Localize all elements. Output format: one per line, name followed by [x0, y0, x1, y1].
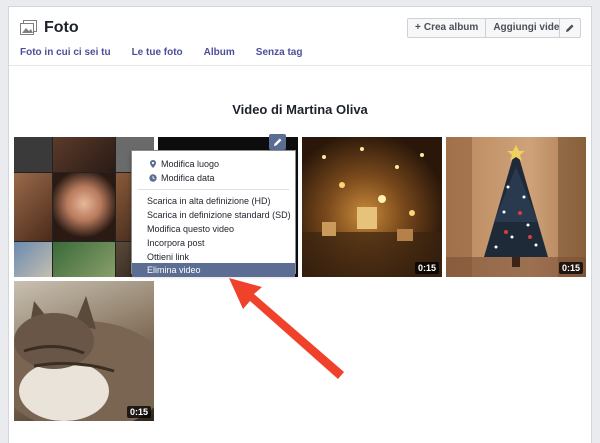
tab-photos-of-you[interactable]: Foto in cui ci sei tu: [20, 47, 111, 58]
photos-tabs: Foto in cui ci sei tu Le tue foto Album …: [20, 47, 323, 58]
video-thumbnail[interactable]: 0:15: [14, 281, 154, 421]
video-thumbnail[interactable]: 0:15: [302, 137, 442, 277]
tab-your-photos[interactable]: Le tue foto: [132, 47, 183, 58]
menu-item-embed-post[interactable]: Incorpora post: [132, 236, 295, 250]
photo-album-icon: [20, 20, 37, 35]
video-duration: 0:15: [126, 406, 151, 418]
plus-icon: +: [415, 22, 421, 33]
video-options-menu: Modifica luogo Modifica data Scarica in …: [131, 150, 296, 277]
tab-untagged[interactable]: Senza tag: [256, 47, 303, 58]
nativity-scene-image: [302, 147, 442, 277]
menu-item-edit-date[interactable]: Modifica data: [132, 171, 295, 185]
menu-item-download-hd[interactable]: Scarica in alta definizione (HD): [132, 194, 295, 208]
location-pin-icon: [150, 160, 156, 168]
section-title: Video di Martina Oliva: [232, 102, 368, 117]
video-duration: 0:15: [414, 262, 439, 274]
tab-albums[interactable]: Album: [204, 47, 235, 58]
menu-item-delete-video[interactable]: Elimina video: [132, 263, 295, 277]
menu-separator: [138, 189, 289, 190]
video-options-button[interactable]: [269, 134, 286, 150]
photos-header: Foto Foto in cui ci sei tu Le tue foto A…: [9, 7, 591, 66]
video-thumbnail[interactable]: 0:15: [446, 137, 586, 277]
create-album-button[interactable]: + Crea album: [408, 19, 485, 37]
menu-item-download-sd[interactable]: Scarica in definizione standard (SD): [132, 208, 295, 222]
page-title: Foto: [44, 19, 79, 36]
pencil-icon: [566, 24, 574, 32]
clock-icon: [149, 174, 157, 182]
menu-item-edit-location[interactable]: Modifica luogo: [132, 157, 295, 171]
cat-image: [14, 296, 154, 421]
header-button-group: + Crea album Aggiungi video: [407, 18, 574, 38]
pencil-icon: [273, 138, 281, 146]
edit-button[interactable]: [559, 18, 581, 38]
menu-item-edit-video[interactable]: Modifica questo video: [132, 222, 295, 236]
menu-item-get-link[interactable]: Ottieni link: [132, 250, 295, 264]
photos-panel: Foto Foto in cui ci sei tu Le tue foto A…: [8, 6, 592, 443]
video-duration: 0:15: [558, 262, 583, 274]
christmas-tree-image: [446, 137, 586, 277]
